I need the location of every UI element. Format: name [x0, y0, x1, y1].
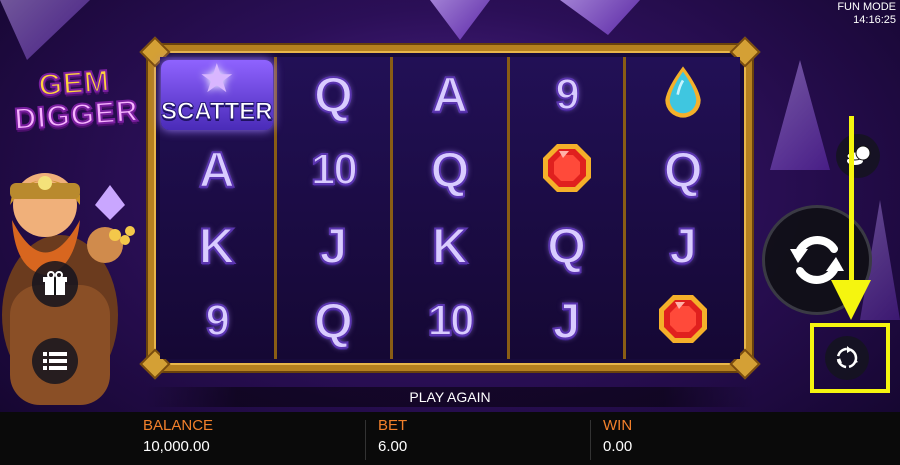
annotation-highlight-box	[810, 323, 890, 393]
mode-info: FUN MODE 14:16:25	[837, 1, 896, 27]
symbol-q: Q	[313, 292, 354, 350]
footer-bar: BALANCE 10,000.00 BET 6.00 WIN 0.00	[0, 412, 900, 465]
win-stat: WIN 0.00	[603, 416, 632, 458]
symbol-q: Q	[546, 217, 587, 275]
gift-button[interactable]	[32, 261, 78, 307]
reel-cell: Q	[626, 133, 740, 209]
reel-cell	[510, 133, 624, 209]
reel-cell	[626, 284, 740, 360]
balance-value: 10,000.00	[143, 438, 210, 455]
reel-cell: J	[510, 284, 624, 360]
star-icon: ★	[198, 56, 235, 101]
blue-gem-icon	[660, 64, 706, 125]
gift-icon	[43, 271, 67, 295]
symbol-a: A	[198, 141, 236, 199]
reel-cell: Q	[277, 284, 391, 360]
bet-settings-button[interactable]	[836, 134, 880, 178]
reel-cell: J	[277, 208, 391, 284]
symbol-10: 10	[427, 295, 476, 346]
reels-grid: ★ SCATTER A K 9 Q 10 J Q A Q K 10 9 Q J Q J	[160, 57, 740, 359]
fun-mode-label: FUN MODE	[837, 1, 896, 13]
reel-4: 9 QJ	[509, 57, 627, 360]
reel-cell: K	[160, 208, 274, 284]
symbol-k: K	[198, 217, 236, 275]
reel-cell: Q	[277, 57, 391, 133]
game-logo: GEM DIGGER	[6, 63, 145, 138]
symbol-a: A	[431, 66, 469, 124]
win-value: 0.00	[603, 438, 633, 455]
bet-value: 6.00	[378, 438, 408, 455]
reel-cell	[626, 57, 740, 133]
menu-button[interactable]	[32, 338, 78, 384]
bet-label: BET	[378, 417, 408, 434]
reel-5: QJ	[626, 57, 740, 359]
reel-cell: Q	[393, 133, 507, 209]
win-label: WIN	[603, 417, 633, 434]
symbol-q: Q	[430, 141, 471, 199]
scatter-symbol: ★ SCATTER	[161, 57, 274, 130]
reel-frame: ★ SCATTER A K 9 Q 10 J Q A Q K 10 9 Q J Q J	[139, 36, 761, 380]
reel-cell: 9	[160, 284, 274, 360]
menu-icon	[43, 352, 67, 370]
annotation-arrow-shaft	[849, 116, 854, 284]
reel-cell: 10	[277, 133, 391, 209]
symbol-q: Q	[663, 141, 704, 199]
symbol-k: K	[431, 217, 469, 275]
reel-cell: 10	[393, 284, 507, 360]
symbol-j: J	[668, 217, 698, 275]
symbol-10: 10	[310, 144, 359, 195]
reel-cell: ★ SCATTER	[160, 57, 274, 133]
reel-cell: 9	[510, 57, 624, 133]
reel-cell: Q	[510, 208, 624, 284]
reel-cell: A	[393, 57, 507, 133]
logo-line-2: DIGGER	[12, 94, 140, 138]
bet-stat: BET 6.00	[378, 416, 407, 458]
reel-2: Q 10 J Q	[276, 57, 394, 360]
symbol-j: J	[552, 292, 582, 350]
annotation-arrow-head	[831, 280, 871, 320]
symbol-9: 9	[554, 69, 581, 120]
balance-label: BALANCE	[143, 417, 214, 434]
reel-cell: K	[393, 208, 507, 284]
red-gem-icon	[657, 293, 709, 350]
symbol-j: J	[318, 217, 348, 275]
footer-divider	[365, 420, 366, 460]
balance-stat: BALANCE 10,000.00	[143, 416, 213, 458]
symbol-9: 9	[205, 295, 232, 346]
symbol-q: Q	[313, 66, 354, 124]
clock: 14:16:25	[853, 14, 896, 26]
play-again-message: PLAY AGAIN	[145, 387, 755, 407]
reel-cell: A	[160, 133, 274, 209]
reel-cell: J	[626, 208, 740, 284]
reel-3: A Q K 10	[393, 57, 510, 359]
scatter-label: SCATTER	[161, 97, 274, 125]
reel-1: ★ SCATTER A K 9	[160, 57, 277, 359]
red-gem-icon	[541, 142, 593, 199]
footer-divider	[590, 420, 591, 460]
